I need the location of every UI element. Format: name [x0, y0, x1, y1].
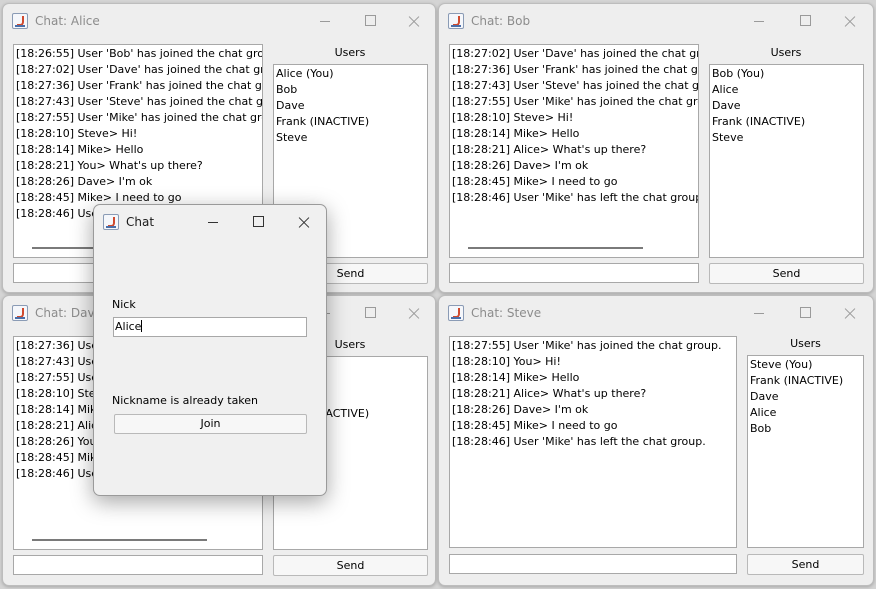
close-icon[interactable]	[291, 211, 317, 233]
message-line: [18:28:45] Mike> I need to go	[452, 175, 618, 188]
java-app-icon	[12, 13, 28, 29]
window-title: Chat: Dave	[35, 306, 102, 320]
message-line: [18:27:55] User 'Mike' has joined the ch…	[16, 111, 263, 124]
join-button[interactable]: Join	[114, 414, 307, 434]
title-bar[interactable]: Chat: Bob	[439, 4, 873, 38]
message-line: [18:28:10] You> Hi!	[452, 355, 561, 368]
user-item[interactable]: Alice	[712, 83, 738, 96]
close-icon[interactable]	[837, 302, 863, 324]
send-button[interactable]: Send	[273, 555, 428, 576]
users-label: Users	[790, 337, 821, 350]
close-icon[interactable]	[837, 10, 863, 32]
maximize-icon[interactable]	[245, 211, 271, 233]
java-app-icon	[448, 13, 464, 29]
minimize-icon[interactable]	[312, 10, 338, 32]
maximize-icon[interactable]	[792, 10, 818, 32]
user-item[interactable]: Steve (You)	[750, 358, 812, 371]
user-item[interactable]: Steve	[276, 131, 307, 144]
minimize-icon[interactable]	[746, 302, 772, 324]
message-log[interactable]: [18:27:02] User 'Dave' has joined the ch…	[449, 44, 699, 258]
nick-input-value: Alice	[115, 320, 142, 333]
message-line: [18:27:02] User 'Dave' has joined the ch…	[452, 47, 699, 60]
user-item[interactable]: Frank (INACTIVE)	[750, 374, 843, 387]
user-item[interactable]: Bob (You)	[712, 67, 764, 80]
maximize-icon[interactable]	[357, 10, 383, 32]
message-line: [18:28:46] User 'Mike' has left the chat…	[452, 191, 699, 204]
message-line: [18:28:21] Alice> What's up there?	[452, 143, 647, 156]
title-bar[interactable]: Chat: Alice	[3, 4, 435, 38]
text-caret	[141, 320, 143, 332]
message-line: [18:27:43] User 'Steve' has joined the c…	[16, 95, 263, 108]
message-line: [18:28:14] Mike> Hello	[452, 371, 580, 384]
message-input[interactable]	[449, 554, 737, 574]
window-title: Chat: Steve	[471, 306, 542, 320]
nick-label: Nick	[112, 298, 136, 311]
minimize-icon[interactable]	[200, 211, 226, 233]
user-item[interactable]: Frank (INACTIVE)	[712, 115, 805, 128]
message-line: [18:28:26] Dave> I'm ok	[452, 159, 589, 172]
message-line: [18:27:55] User 'Mike' has joined the ch…	[452, 95, 699, 108]
close-icon[interactable]	[401, 302, 427, 324]
chat-window-steve: Chat: Steve [18:27:55] User 'Mike' has j…	[438, 295, 874, 586]
users-label: Users	[770, 46, 802, 59]
message-line: [18:28:14] Mike> Hello	[452, 127, 580, 140]
maximize-icon[interactable]	[357, 302, 383, 324]
message-line: [18:28:46] User 'Mike' has left the chat…	[452, 435, 706, 448]
window-title: Chat: Alice	[35, 14, 100, 28]
message-line: [18:28:21] Alice> What's up there?	[452, 387, 647, 400]
nickname-dialog: Chat Nick Alice Nickname is already take…	[93, 204, 327, 496]
users-list[interactable]: Bob (You) Alice Dave Frank (INACTIVE) St…	[709, 64, 864, 258]
error-message: Nickname is already taken	[112, 394, 259, 407]
user-item[interactable]: Bob	[750, 422, 771, 435]
message-input[interactable]	[449, 263, 699, 283]
message-line: [18:27:43] User 'Steve' has joined the c…	[452, 79, 699, 92]
window-title: Chat: Bob	[471, 14, 531, 28]
message-line: [18:28:45] Mike> I need to go	[16, 191, 182, 204]
message-line: [18:26:55] User 'Bob' has joined the cha…	[16, 47, 263, 60]
minimize-icon[interactable]	[746, 10, 772, 32]
dialog-title: Chat	[126, 215, 155, 229]
message-line: [18:28:26] Dave> I'm ok	[16, 175, 153, 188]
message-line: [18:28:14] Mike> Hello	[16, 143, 144, 156]
send-button[interactable]: Send	[709, 263, 864, 284]
message-line: [18:28:10] Steve> Hi!	[16, 127, 138, 140]
title-bar[interactable]: Chat	[94, 205, 326, 239]
maximize-icon[interactable]	[792, 302, 818, 324]
chat-window-bob: Chat: Bob [18:27:02] User 'Dave' has joi…	[438, 3, 874, 293]
user-item[interactable]: Alice (You)	[276, 67, 334, 80]
message-line: [18:28:10] Steve> Hi!	[452, 111, 574, 124]
users-list[interactable]: Steve (You) Frank (INACTIVE) Dave Alice …	[747, 355, 864, 548]
users-label: Users	[334, 46, 366, 59]
user-item[interactable]: Frank (INACTIVE)	[276, 115, 369, 128]
user-item[interactable]: Steve	[712, 131, 743, 144]
message-input[interactable]	[13, 555, 263, 575]
message-line: [18:28:26] Dave> I'm ok	[452, 403, 589, 416]
close-icon[interactable]	[401, 10, 427, 32]
horizontal-scrollbar[interactable]	[468, 247, 643, 249]
user-item[interactable]: Bob	[276, 83, 297, 96]
nick-input[interactable]: Alice	[113, 317, 307, 337]
message-line: [18:28:21] You> What's up there?	[16, 159, 203, 172]
message-line: [18:27:36] User 'Frank' has joined the c…	[452, 63, 699, 76]
user-item[interactable]: Dave	[276, 99, 305, 112]
java-app-icon	[12, 305, 28, 321]
send-button[interactable]: Send	[747, 554, 864, 575]
user-item[interactable]: Alice	[750, 406, 776, 419]
message-line: [18:27:02] User 'Dave' has joined the ch…	[16, 63, 263, 76]
message-line: [18:27:55] User 'Mike' has joined the ch…	[452, 339, 722, 352]
message-line: [18:27:36] User 'Frank' has joined the c…	[16, 79, 263, 92]
user-item[interactable]: Dave	[750, 390, 779, 403]
horizontal-scrollbar[interactable]	[32, 539, 207, 541]
java-app-icon	[103, 214, 119, 230]
user-item[interactable]: Dave	[712, 99, 741, 112]
java-app-icon	[448, 305, 464, 321]
title-bar[interactable]: Chat: Steve	[439, 296, 873, 330]
message-line: [18:28:45] Mike> I need to go	[452, 419, 618, 432]
message-log[interactable]: [18:27:55] User 'Mike' has joined the ch…	[449, 336, 737, 548]
